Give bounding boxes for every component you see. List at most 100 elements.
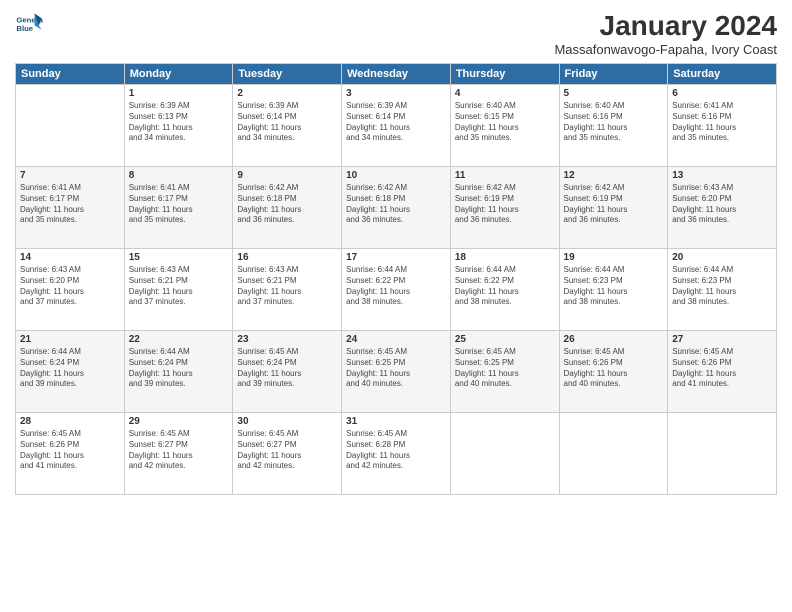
cell-text: Sunrise: 6:45 AM Sunset: 6:26 PM Dayligh…	[564, 347, 664, 390]
day-number: 28	[20, 416, 120, 427]
day-number: 2	[237, 88, 337, 99]
day-number: 26	[564, 334, 664, 345]
cell-text: Sunrise: 6:45 AM Sunset: 6:27 PM Dayligh…	[129, 429, 229, 472]
weekday-header-cell: Friday	[559, 64, 668, 85]
cell-text: Sunrise: 6:42 AM Sunset: 6:18 PM Dayligh…	[346, 183, 446, 226]
day-number: 11	[455, 170, 555, 181]
day-number: 20	[672, 252, 772, 263]
cell-text: Sunrise: 6:45 AM Sunset: 6:28 PM Dayligh…	[346, 429, 446, 472]
cell-text: Sunrise: 6:44 AM Sunset: 6:24 PM Dayligh…	[129, 347, 229, 390]
calendar-cell: 30 Sunrise: 6:45 AM Sunset: 6:27 PM Dayli…	[233, 413, 342, 495]
header: General Blue January 2024 Massafonwavogo…	[15, 10, 777, 57]
logo-icon: General Blue	[15, 10, 43, 38]
day-number: 12	[564, 170, 664, 181]
calendar-cell: 24 Sunrise: 6:45 AM Sunset: 6:25 PM Dayli…	[342, 331, 451, 413]
calendar-cell	[16, 85, 125, 167]
day-number: 31	[346, 416, 446, 427]
logo: General Blue	[15, 10, 47, 38]
cell-text: Sunrise: 6:43 AM Sunset: 6:21 PM Dayligh…	[237, 265, 337, 308]
calendar-table: SundayMondayTuesdayWednesdayThursdayFrid…	[15, 63, 777, 495]
calendar-cell: 5 Sunrise: 6:40 AM Sunset: 6:16 PM Daylig…	[559, 85, 668, 167]
calendar-cell: 14Sunrise: 6:43 AM Sunset: 6:20 PM Dayli…	[16, 249, 125, 331]
calendar-cell: 29 Sunrise: 6:45 AM Sunset: 6:27 PM Dayli…	[124, 413, 233, 495]
calendar-cell	[559, 413, 668, 495]
cell-text: Sunrise: 6:45 AM Sunset: 6:26 PM Dayligh…	[672, 347, 772, 390]
cell-text: Sunrise: 6:44 AM Sunset: 6:23 PM Dayligh…	[672, 265, 772, 308]
calendar-cell: 22Sunrise: 6:44 AM Sunset: 6:24 PM Dayli…	[124, 331, 233, 413]
calendar-cell: 7Sunrise: 6:41 AM Sunset: 6:17 PM Daylig…	[16, 167, 125, 249]
calendar-cell: 31 Sunrise: 6:45 AM Sunset: 6:28 PM Dayli…	[342, 413, 451, 495]
cell-text: Sunrise: 6:44 AM Sunset: 6:22 PM Dayligh…	[455, 265, 555, 308]
cell-text: Sunrise: 6:43 AM Sunset: 6:21 PM Dayligh…	[129, 265, 229, 308]
calendar-cell: 20 Sunrise: 6:44 AM Sunset: 6:23 PM Dayli…	[668, 249, 777, 331]
cell-text: Sunrise: 6:40 AM Sunset: 6:15 PM Dayligh…	[455, 101, 555, 144]
calendar-cell: 25 Sunrise: 6:45 AM Sunset: 6:25 PM Dayli…	[450, 331, 559, 413]
day-number: 25	[455, 334, 555, 345]
weekday-header-cell: Tuesday	[233, 64, 342, 85]
weekday-header-cell: Sunday	[16, 64, 125, 85]
day-number: 29	[129, 416, 229, 427]
calendar-cell: 6Sunrise: 6:41 AM Sunset: 6:16 PM Daylig…	[668, 85, 777, 167]
day-number: 8	[129, 170, 229, 181]
calendar-cell: 17Sunrise: 6:44 AM Sunset: 6:22 PM Dayli…	[342, 249, 451, 331]
calendar-cell: 26 Sunrise: 6:45 AM Sunset: 6:26 PM Dayli…	[559, 331, 668, 413]
svg-text:Blue: Blue	[16, 24, 33, 33]
calendar-cell: 9 Sunrise: 6:42 AM Sunset: 6:18 PM Daylig…	[233, 167, 342, 249]
calendar-week-row: 1Sunrise: 6:39 AM Sunset: 6:13 PM Daylig…	[16, 85, 777, 167]
calendar-cell	[668, 413, 777, 495]
cell-text: Sunrise: 6:39 AM Sunset: 6:13 PM Dayligh…	[129, 101, 229, 144]
calendar-cell: 27 Sunrise: 6:45 AM Sunset: 6:26 PM Dayli…	[668, 331, 777, 413]
page: General Blue January 2024 Massafonwavogo…	[0, 0, 792, 612]
day-number: 30	[237, 416, 337, 427]
day-number: 3	[346, 88, 446, 99]
cell-text: Sunrise: 6:41 AM Sunset: 6:17 PM Dayligh…	[129, 183, 229, 226]
cell-text: Sunrise: 6:45 AM Sunset: 6:27 PM Dayligh…	[237, 429, 337, 472]
calendar-cell: 18 Sunrise: 6:44 AM Sunset: 6:22 PM Dayli…	[450, 249, 559, 331]
calendar-cell: 21Sunrise: 6:44 AM Sunset: 6:24 PM Dayli…	[16, 331, 125, 413]
calendar-body: 1Sunrise: 6:39 AM Sunset: 6:13 PM Daylig…	[16, 85, 777, 495]
day-number: 9	[237, 170, 337, 181]
cell-text: Sunrise: 6:39 AM Sunset: 6:14 PM Dayligh…	[346, 101, 446, 144]
cell-text: Sunrise: 6:45 AM Sunset: 6:26 PM Dayligh…	[20, 429, 120, 472]
cell-text: Sunrise: 6:42 AM Sunset: 6:19 PM Dayligh…	[455, 183, 555, 226]
cell-text: Sunrise: 6:45 AM Sunset: 6:25 PM Dayligh…	[346, 347, 446, 390]
cell-text: Sunrise: 6:44 AM Sunset: 6:23 PM Dayligh…	[564, 265, 664, 308]
calendar-cell: 8 Sunrise: 6:41 AM Sunset: 6:17 PM Daylig…	[124, 167, 233, 249]
calendar-cell: 2 Sunrise: 6:39 AM Sunset: 6:14 PM Daylig…	[233, 85, 342, 167]
day-number: 15	[129, 252, 229, 263]
month-title: January 2024	[554, 10, 777, 42]
cell-text: Sunrise: 6:45 AM Sunset: 6:24 PM Dayligh…	[237, 347, 337, 390]
calendar-cell: 23 Sunrise: 6:45 AM Sunset: 6:24 PM Dayli…	[233, 331, 342, 413]
calendar-cell: 11 Sunrise: 6:42 AM Sunset: 6:19 PM Dayli…	[450, 167, 559, 249]
cell-text: Sunrise: 6:42 AM Sunset: 6:18 PM Dayligh…	[237, 183, 337, 226]
cell-text: Sunrise: 6:45 AM Sunset: 6:25 PM Dayligh…	[455, 347, 555, 390]
day-number: 5	[564, 88, 664, 99]
day-number: 24	[346, 334, 446, 345]
day-number: 27	[672, 334, 772, 345]
calendar-cell: 16Sunrise: 6:43 AM Sunset: 6:21 PM Dayli…	[233, 249, 342, 331]
day-number: 4	[455, 88, 555, 99]
cell-text: Sunrise: 6:41 AM Sunset: 6:17 PM Dayligh…	[20, 183, 120, 226]
calendar-cell: 28 Sunrise: 6:45 AM Sunset: 6:26 PM Dayli…	[16, 413, 125, 495]
cell-text: Sunrise: 6:43 AM Sunset: 6:20 PM Dayligh…	[672, 183, 772, 226]
day-number: 18	[455, 252, 555, 263]
day-number: 6	[672, 88, 772, 99]
weekday-header-cell: Saturday	[668, 64, 777, 85]
calendar-cell: 13 Sunrise: 6:43 AM Sunset: 6:20 PM Dayli…	[668, 167, 777, 249]
cell-text: Sunrise: 6:44 AM Sunset: 6:22 PM Dayligh…	[346, 265, 446, 308]
day-number: 10	[346, 170, 446, 181]
day-number: 13	[672, 170, 772, 181]
weekday-header-cell: Monday	[124, 64, 233, 85]
calendar-cell: 12 Sunrise: 6:42 AM Sunset: 6:19 PM Dayli…	[559, 167, 668, 249]
cell-text: Sunrise: 6:42 AM Sunset: 6:19 PM Dayligh…	[564, 183, 664, 226]
cell-text: Sunrise: 6:40 AM Sunset: 6:16 PM Dayligh…	[564, 101, 664, 144]
calendar-week-row: 21Sunrise: 6:44 AM Sunset: 6:24 PM Dayli…	[16, 331, 777, 413]
calendar-week-row: 28 Sunrise: 6:45 AM Sunset: 6:26 PM Dayli…	[16, 413, 777, 495]
calendar-cell: 15 Sunrise: 6:43 AM Sunset: 6:21 PM Dayli…	[124, 249, 233, 331]
calendar-week-row: 14Sunrise: 6:43 AM Sunset: 6:20 PM Dayli…	[16, 249, 777, 331]
location-title: Massafonwavogo-Fapaha, Ivory Coast	[554, 42, 777, 57]
title-block: January 2024 Massafonwavogo-Fapaha, Ivor…	[554, 10, 777, 57]
day-number: 23	[237, 334, 337, 345]
weekday-header-cell: Thursday	[450, 64, 559, 85]
cell-text: Sunrise: 6:39 AM Sunset: 6:14 PM Dayligh…	[237, 101, 337, 144]
